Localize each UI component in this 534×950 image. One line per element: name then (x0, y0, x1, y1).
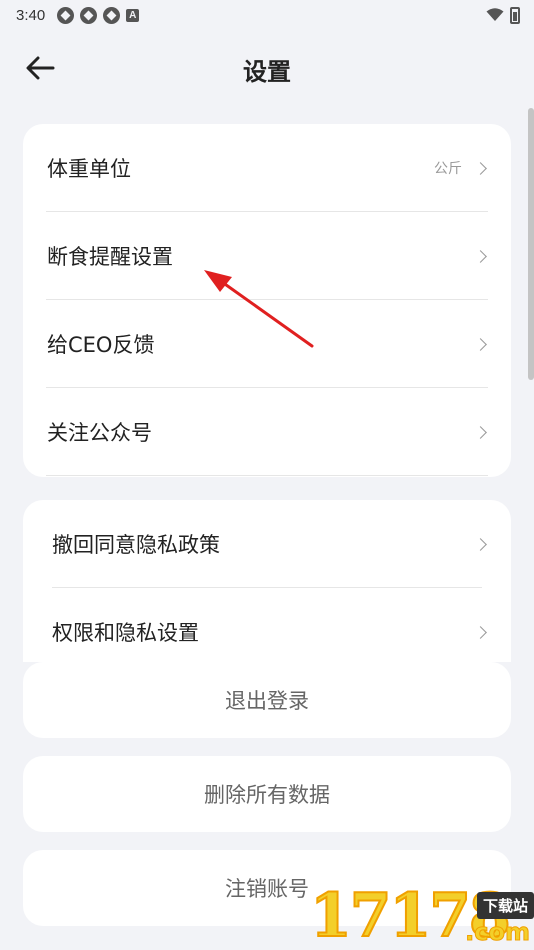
watermark-suffix: .com (465, 918, 531, 947)
setting-label: 给CEO反馈 (47, 333, 155, 357)
logout-button[interactable]: 退出登录 (23, 662, 511, 738)
setting-label: 断食提醒设置 (47, 245, 173, 269)
setting-revoke-privacy-consent[interactable]: 撤回同意隐私政策 (23, 500, 511, 588)
page-title: 设置 (243, 58, 291, 86)
setting-label: 撤回同意隐私政策 (52, 533, 220, 557)
chevron-right-icon (474, 625, 487, 639)
chevron-right-icon (474, 337, 487, 351)
delete-all-data-button[interactable]: 删除所有数据 (23, 756, 511, 832)
app-notification-icon (57, 6, 75, 24)
settings-group-general: 体重单位 公斤 断食提醒设置 给CEO反馈 关注公众号 (23, 124, 511, 477)
chevron-right-icon (474, 537, 487, 551)
status-notification-icons: A (57, 6, 140, 24)
watermark-tag: 下载站 (476, 892, 534, 919)
chevron-right-icon (474, 161, 487, 175)
status-right-icons (486, 6, 520, 24)
watermark-logo: 17178 下载站 .com (309, 880, 534, 950)
battery-icon (510, 6, 520, 24)
settings-group-privacy: 撤回同意隐私政策 权限和隐私设置 (23, 500, 511, 662)
setting-permissions-privacy[interactable]: 权限和隐私设置 (23, 588, 511, 662)
setting-feedback-ceo[interactable]: 给CEO反馈 (23, 300, 511, 388)
status-time: 3:40 (16, 6, 46, 24)
setting-value: 公斤 (434, 161, 462, 177)
wifi-icon (486, 8, 504, 21)
setting-label: 权限和隐私设置 (52, 621, 199, 645)
chevron-right-icon (474, 249, 487, 263)
app-bar: 设置 (0, 38, 534, 98)
divider (46, 475, 488, 476)
app-notification-icon (103, 6, 121, 24)
chevron-right-icon (474, 425, 487, 439)
setting-weight-unit[interactable]: 体重单位 公斤 (23, 124, 511, 212)
a-square-icon: A (126, 8, 140, 22)
app-notification-icon (80, 6, 98, 24)
setting-label: 体重单位 (47, 157, 131, 181)
status-bar: 3:40 A (0, 0, 534, 30)
setting-label: 关注公众号 (47, 421, 152, 445)
setting-fasting-reminder[interactable]: 断食提醒设置 (23, 212, 511, 300)
setting-follow-official-account[interactable]: 关注公众号 (23, 388, 511, 476)
scrollbar[interactable] (528, 108, 534, 380)
